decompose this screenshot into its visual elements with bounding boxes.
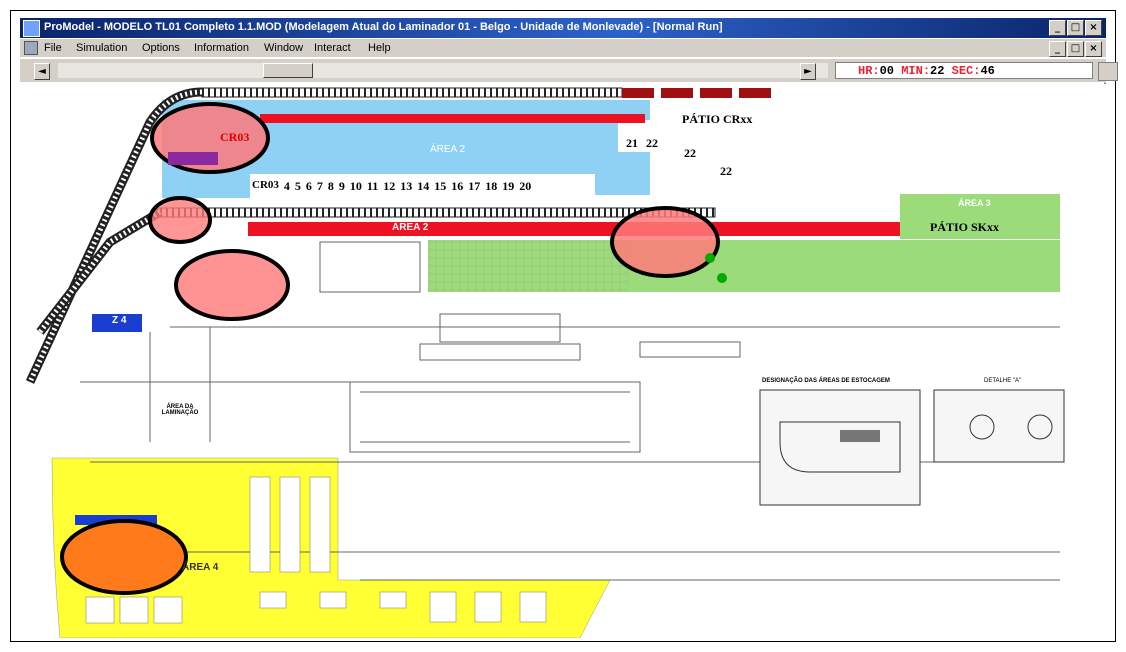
bay-number-row: CR03 4 5 6 7 8 9 10 11 12 13 14 15 16 17…	[252, 179, 531, 194]
speed-toolbar: ◄ ► HR:00 MIN:22 SEC:46	[20, 58, 1118, 84]
highlight-area4	[60, 519, 188, 595]
highlight-patio-left	[174, 249, 290, 321]
menu-simulation[interactable]: Simulation	[76, 42, 127, 54]
window-controls: _ □ ×	[1049, 20, 1102, 36]
bay-12: 12	[383, 179, 396, 193]
rail-top	[201, 87, 623, 98]
bay-16: 16	[451, 179, 464, 193]
speed-slider-thumb[interactable]	[263, 63, 313, 78]
cr03-label: CR03	[220, 130, 250, 144]
area2-bar	[248, 222, 920, 236]
train-cars	[622, 88, 771, 98]
clock-sec-label: SEC:	[951, 64, 981, 78]
clock-min-value: 22	[930, 64, 945, 78]
bay-5: 5	[294, 179, 301, 193]
promodel-app-icon	[23, 20, 40, 37]
area2-top-label: ÁREA 2	[430, 144, 466, 155]
simulation-layout-canvas[interactable]: CR03 ÁREA 2 ÁREA 2 PÁTIO CRxx PÁTIO SKxx…	[20, 82, 1104, 638]
clock-hr-label: HR:	[858, 64, 880, 78]
bay-10: 10	[349, 179, 362, 193]
bay-22-top: 22	[646, 136, 658, 150]
designacao-panel	[759, 389, 921, 506]
bay-19: 19	[502, 179, 515, 193]
bay-17: 17	[468, 179, 481, 193]
area3-label: ÁREA 3	[958, 198, 991, 208]
patio-skxx-label: PÁTIO SKxx	[930, 220, 1000, 234]
menu-options[interactable]: Options	[142, 42, 180, 54]
z4-label: Z 4	[112, 315, 127, 326]
bay-18: 18	[485, 179, 498, 193]
bay-11: 11	[366, 179, 379, 193]
area-blue-left	[162, 178, 262, 198]
document-window-controls: _ □ ×	[1049, 41, 1102, 57]
bay-22-c: 22	[720, 164, 732, 178]
document-menu-icon[interactable]	[24, 41, 38, 55]
doc-close-button[interactable]: ×	[1085, 41, 1102, 57]
animation-speed-slider[interactable]	[58, 63, 828, 78]
bay-8: 8	[327, 179, 334, 193]
bay-15: 15	[434, 179, 447, 193]
close-button[interactable]: ×	[1085, 20, 1102, 36]
menu-window[interactable]: Window	[264, 42, 303, 54]
bay-13: 13	[400, 179, 413, 193]
menu-information[interactable]: Information	[194, 42, 249, 54]
doc-minimize-button[interactable]: _	[1049, 41, 1066, 57]
bay-7: 7	[316, 179, 323, 193]
area-laminacao-label: ÁREA DA LAMINAÇÃO	[161, 404, 199, 416]
designacao-title: DESIGNAÇÃO DAS ÁREAS DE ESTOCAGEM	[762, 378, 890, 384]
menu-help[interactable]: Help	[368, 42, 391, 54]
patio-crxx-label: PÁTIO CRxx	[682, 112, 753, 126]
bay-20: 20	[519, 179, 532, 193]
minimize-button[interactable]: _	[1049, 20, 1066, 36]
detalhe-panel	[933, 389, 1065, 463]
simulation-clock: HR:00 MIN:22 SEC:46	[835, 62, 1093, 79]
clock-hr-value: 00	[879, 64, 895, 78]
bay-6: 6	[305, 179, 312, 193]
clock-panel-button[interactable]	[1098, 62, 1118, 81]
bay-22-b: 22	[684, 146, 696, 160]
title-bar: ProModel - MODELO TL01 Completo 1.1.MOD …	[20, 18, 1106, 38]
bay-9: 9	[338, 179, 345, 193]
scroll-left-arrow-icon[interactable]: ◄	[34, 63, 50, 80]
doc-restore-button[interactable]: □	[1067, 41, 1084, 57]
area2-top-bar	[260, 114, 645, 123]
clock-sec-value: 46	[980, 64, 995, 78]
area2-bar-label: ÁREA 2	[392, 222, 429, 233]
scroll-right-arrow-icon[interactable]: ►	[800, 63, 816, 80]
menu-file[interactable]: File	[44, 42, 62, 54]
window-title: ProModel - MODELO TL01 Completo 1.1.MOD …	[44, 21, 723, 33]
detalhe-title: DETALHE "A"	[984, 378, 1022, 384]
bay-21: 21	[626, 136, 638, 150]
bay-14: 14	[417, 179, 430, 193]
bay-cr03: CR03	[252, 179, 279, 191]
clock-min-label: MIN:	[901, 64, 931, 78]
menu-bar: File Simulation Options Information Wind…	[20, 39, 1106, 57]
area4-label: ÁREA 4	[182, 562, 219, 573]
highlight-rail-junction	[148, 196, 212, 244]
maximize-button[interactable]: □	[1067, 20, 1084, 36]
highlight-patio-sk	[610, 206, 720, 278]
menu-interact[interactable]: Interact	[314, 42, 351, 54]
bay-4: 4	[283, 179, 290, 193]
